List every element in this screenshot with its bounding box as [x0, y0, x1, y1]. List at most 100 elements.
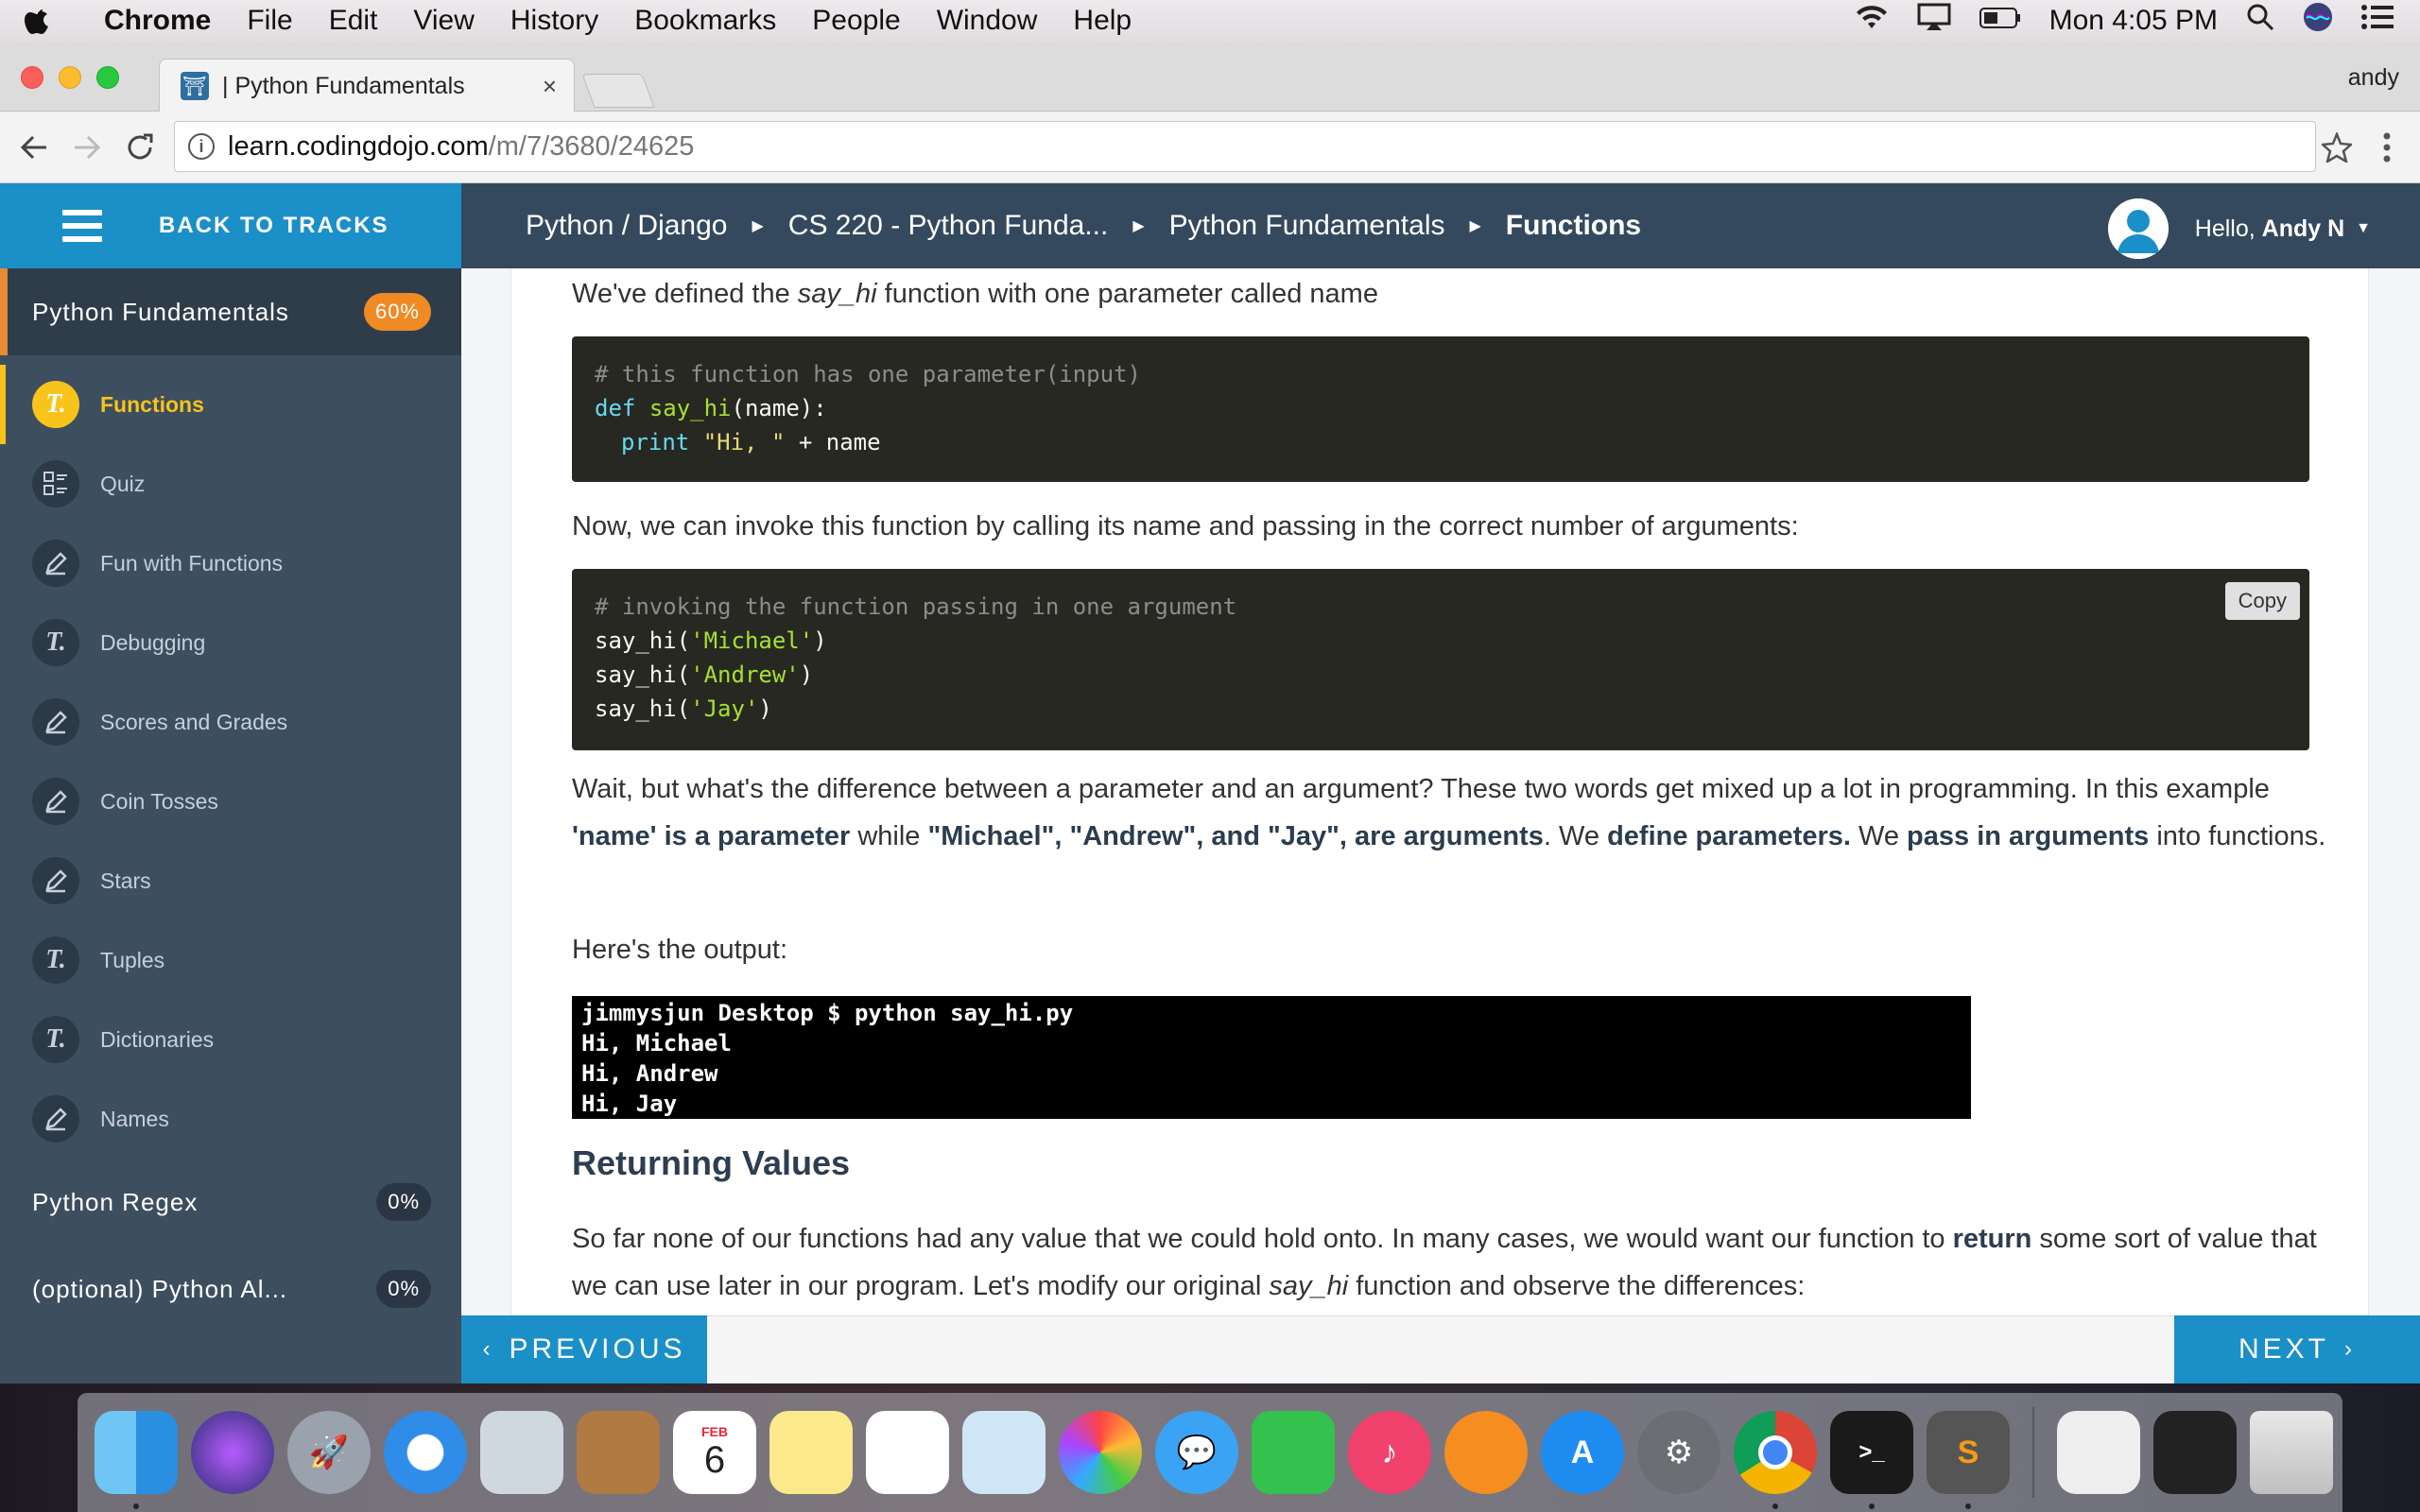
sidebar-item-label: Stars — [100, 868, 151, 893]
menu-edit[interactable]: Edit — [329, 5, 378, 37]
siri-icon[interactable] — [2303, 2, 2333, 40]
system-preferences-icon[interactable]: ⚙ — [1637, 1411, 1720, 1494]
copy-button[interactable]: Copy — [2224, 582, 2300, 620]
sidebar-item-label: Scores and Grades — [100, 709, 288, 734]
site-info-icon[interactable]: i — [188, 133, 215, 160]
terminal-output-screenshot: jimmysjun Desktop $ python say_hi.py Hi,… — [572, 996, 1971, 1119]
breadcrumb-track[interactable]: Python / Django — [526, 210, 727, 242]
safari-icon[interactable] — [384, 1411, 467, 1494]
back-to-tracks-label: BACK TO TRACKS — [159, 213, 389, 238]
sidebar-item-scores-and-grades[interactable]: Scores and Grades — [0, 682, 461, 762]
breadcrumb-course[interactable]: CS 220 - Python Funda... — [788, 210, 1109, 242]
chevron-left-icon: ‹ — [482, 1336, 494, 1362]
bookmark-star-icon[interactable] — [2316, 127, 2358, 168]
menu-help[interactable]: Help — [1073, 5, 1132, 37]
sidebar-item-label: Dictionaries — [100, 1026, 215, 1052]
code-line: say_hi('Andrew') — [595, 662, 814, 688]
dock-separator — [2032, 1407, 2034, 1498]
mail-icon[interactable] — [480, 1411, 563, 1494]
wifi-icon[interactable] — [1855, 4, 1889, 38]
maps-icon[interactable] — [962, 1411, 1046, 1494]
sidebar-module-python-algorithms[interactable]: (optional) Python Al... 0% — [0, 1246, 461, 1332]
sidebar-item-tuples[interactable]: T. Tuples — [0, 920, 461, 1000]
finder-icon[interactable] — [95, 1411, 178, 1509]
minimized-window-icon[interactable] — [2153, 1411, 2237, 1494]
sidebar-item-label: Tuples — [100, 947, 165, 972]
back-arrow-icon[interactable] — [13, 127, 55, 168]
facetime-icon[interactable] — [1252, 1411, 1335, 1494]
menu-app-name[interactable]: Chrome — [104, 5, 211, 37]
new-tab-button[interactable] — [581, 74, 655, 108]
user-name: Andy N — [2261, 215, 2345, 242]
reload-icon[interactable] — [119, 127, 161, 168]
previous-button[interactable]: ‹ PREVIOUS — [461, 1315, 707, 1383]
sublime-text-icon[interactable]: S — [1927, 1411, 2010, 1509]
progress-badge: 60% — [363, 293, 431, 331]
battery-icon[interactable] — [1979, 5, 2021, 37]
next-button[interactable]: NEXT › — [2174, 1315, 2420, 1383]
menu-clock[interactable]: Mon 4:05 PM — [2049, 5, 2218, 37]
trash-icon[interactable] — [2250, 1411, 2333, 1494]
window-zoom-button[interactable] — [96, 66, 119, 89]
text-lesson-icon: T. — [32, 381, 79, 428]
breadcrumb-module[interactable]: Python Fundamentals — [1169, 210, 1445, 242]
sidebar-item-fun-with-functions[interactable]: Fun with Functions — [0, 524, 461, 603]
calendar-month: FEB — [701, 1423, 728, 1439]
calendar-icon[interactable]: FEB 6 — [673, 1411, 756, 1494]
chrome-icon[interactable] — [1734, 1411, 1817, 1509]
spotlight-search-icon[interactable] — [2246, 3, 2274, 39]
sidebar-module-python-regex[interactable]: Python Regex 0% — [0, 1159, 461, 1246]
menu-bookmarks[interactable]: Bookmarks — [634, 5, 776, 37]
browser-tab-active[interactable]: ⛩ | Python Fundamentals × — [159, 59, 575, 112]
airplay-icon[interactable] — [1917, 3, 1951, 39]
sidebar-item-names[interactable]: Names — [0, 1079, 461, 1159]
breadcrumb-current: Functions — [1505, 210, 1642, 241]
sidebar-item-dictionaries[interactable]: T. Dictionaries — [0, 1000, 461, 1079]
back-to-tracks-button[interactable]: BACK TO TRACKS — [0, 183, 461, 268]
pencil-icon — [32, 540, 79, 587]
window-minimize-button[interactable] — [59, 66, 81, 89]
menu-view[interactable]: View — [413, 5, 474, 37]
notification-center-icon[interactable] — [2361, 5, 2394, 37]
photos-icon[interactable] — [1059, 1411, 1142, 1494]
user-menu[interactable]: Hello, Andy N ▼ — [2107, 198, 2371, 259]
menu-window[interactable]: Window — [937, 5, 1038, 37]
window-close-button[interactable] — [21, 66, 43, 89]
siri-app-icon[interactable] — [191, 1411, 274, 1494]
launchpad-icon[interactable]: 🚀 — [287, 1411, 371, 1494]
sidebar-item-quiz[interactable]: Quiz — [0, 444, 461, 524]
terminal-icon[interactable]: >_ — [1830, 1411, 1913, 1509]
sidebar-item-coin-tosses[interactable]: Coin Tosses — [0, 762, 461, 841]
contacts-icon[interactable] — [577, 1411, 660, 1494]
itunes-icon[interactable]: ♪ — [1348, 1411, 1431, 1494]
code-line: print "Hi, " + name — [621, 429, 881, 455]
url-path: /m/7/3680/24625 — [488, 130, 695, 162]
sidebar-item-functions[interactable]: T. Functions — [0, 365, 461, 444]
sidebar-item-debugging[interactable]: T. Debugging — [0, 603, 461, 682]
profile-name[interactable]: andy — [2348, 64, 2399, 92]
paragraph-returning: So far none of our functions had any val… — [572, 1224, 2317, 1301]
sidebar-item-stars[interactable]: Stars — [0, 841, 461, 920]
app-store-icon[interactable]: A — [1541, 1411, 1624, 1494]
notes-icon[interactable] — [769, 1411, 853, 1494]
tab-close-icon[interactable]: × — [543, 72, 557, 101]
breadcrumb-caret-icon: ▶ — [1469, 218, 1481, 234]
avatar — [2107, 198, 2169, 259]
sidebar-module-current[interactable]: Python Fundamentals 60% — [0, 268, 461, 355]
greeting-text: Hello, — [2194, 215, 2256, 242]
site-favicon-icon: ⛩ — [181, 72, 209, 100]
address-bar[interactable]: i learn.codingdojo.com/m/7/3680/24625 — [174, 121, 2316, 172]
document-preview-icon[interactable] — [2057, 1411, 2140, 1494]
messages-icon[interactable]: 💬 — [1155, 1411, 1238, 1494]
browser-menu-icon[interactable] — [2373, 127, 2401, 168]
calendar-day: 6 — [703, 1438, 726, 1481]
ibooks-icon[interactable] — [1444, 1411, 1528, 1494]
reminders-icon[interactable] — [866, 1411, 949, 1494]
next-label: NEXT — [2238, 1333, 2329, 1365]
menu-file[interactable]: File — [247, 5, 292, 37]
forward-arrow-icon[interactable] — [66, 127, 108, 168]
menu-history[interactable]: History — [510, 5, 598, 37]
hamburger-menu-icon[interactable] — [62, 210, 102, 242]
apple-icon[interactable] — [25, 0, 78, 42]
menu-people[interactable]: People — [812, 5, 900, 37]
